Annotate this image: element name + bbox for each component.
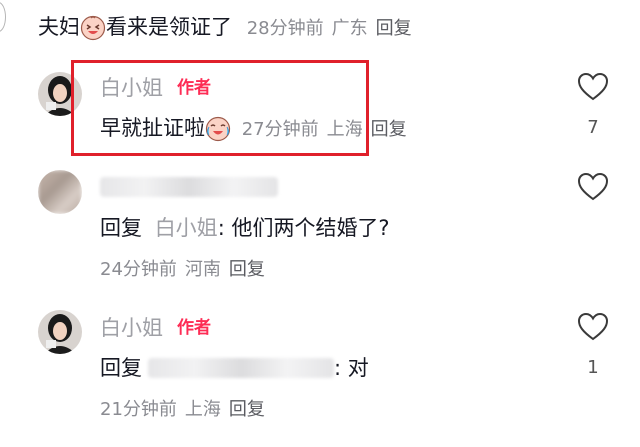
comment-meta: 24分钟前 河南 回复 <box>100 258 273 282</box>
comment-time: 24分钟前 <box>100 259 177 280</box>
comment-text-prefix: 夫妇 <box>38 15 80 39</box>
reply-button[interactable]: 回复 <box>376 18 412 39</box>
avatar[interactable] <box>38 310 82 354</box>
comment-text-suffix: 看来是领证了 <box>106 15 232 39</box>
reply-button[interactable]: 回复 <box>229 259 265 280</box>
comment-text: 夫妇 看来是领证了 28分钟前 广东 回复 <box>38 13 420 41</box>
like-count: 7 <box>587 117 599 138</box>
highlight-box <box>71 60 369 156</box>
heart-outline-icon[interactable] <box>577 72 609 102</box>
comment-location: 上海 <box>184 399 221 420</box>
laughing-face-emoji-icon <box>80 15 106 41</box>
reply-to-username[interactable]: 白小姐 <box>155 216 218 240</box>
username[interactable]: 白小姐 <box>100 314 163 342</box>
comment-body: : 他们两个结婚了? <box>217 216 390 240</box>
reply-button[interactable]: 回复 <box>229 399 265 420</box>
reply-prefix: 回复 <box>100 356 142 380</box>
author-badge: 作者 <box>177 318 211 338</box>
avatar-image-icon <box>38 310 82 354</box>
comment-header: 白小姐 作者 <box>100 314 211 342</box>
comment-time: 21分钟前 <box>100 399 177 420</box>
avatar[interactable] <box>38 170 82 214</box>
heart-outline-icon[interactable] <box>577 172 609 202</box>
comment-text: 回复 : 对 <box>100 354 369 382</box>
comment-time: 28分钟前 <box>246 18 324 39</box>
reply-to-username-blurred[interactable] <box>148 358 334 378</box>
comment-text: 回复 白小姐: 他们两个结婚了? <box>100 214 390 242</box>
comment-body: : 对 <box>334 356 369 380</box>
comment-meta: 28分钟前 广东 回复 <box>247 18 420 39</box>
reply-button[interactable]: 回复 <box>371 119 407 140</box>
username-blurred[interactable] <box>100 176 278 197</box>
heart-outline-icon[interactable] <box>577 312 609 342</box>
avatar-partial[interactable] <box>0 2 6 32</box>
comment-meta: 21分钟前 上海 回复 <box>100 398 273 422</box>
reply-prefix: 回复 <box>100 216 142 240</box>
comment-location: 河南 <box>184 259 221 280</box>
like-count: 1 <box>587 357 599 378</box>
comment-location: 广东 <box>331 18 368 39</box>
